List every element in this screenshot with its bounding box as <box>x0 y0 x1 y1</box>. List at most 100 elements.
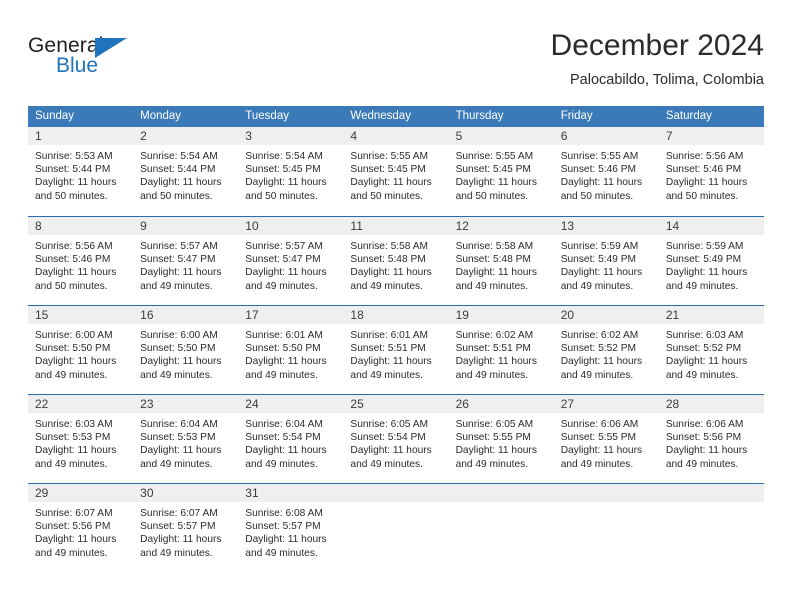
day-cell-16[interactable]: 16 Sunrise: 6:00 AM Sunset: 5:50 PM Dayligh… <box>133 306 239 394</box>
daylight-text: Daylight: 11 hours and 49 minutes. <box>140 356 222 381</box>
daylight-text: Daylight: 11 hours and 50 minutes. <box>35 267 117 292</box>
day-cell-1[interactable]: 1 Sunrise: 5:53 AM Sunset: 5:44 PM Daylight… <box>28 127 134 216</box>
day-cell-26[interactable]: 26 Sunrise: 6:05 AM Sunset: 5:55 PM Dayligh… <box>448 395 554 483</box>
day-cell-10[interactable]: 10 Sunrise: 5:57 AM Sunset: 5:47 PM Dayligh… <box>238 217 344 305</box>
daylight-text: Daylight: 11 hours and 49 minutes. <box>560 445 643 470</box>
day-cell-27[interactable]: 27 Sunrise: 6:06 AM Sunset: 5:55 PM Dayligh… <box>553 395 659 483</box>
day-cell-17[interactable]: 17 Sunrise: 6:01 AM Sunset: 5:50 PM Dayligh… <box>238 306 344 394</box>
day-cell-13[interactable]: 13 Sunrise: 5:59 AM Sunset: 5:49 PM Dayligh… <box>553 217 659 305</box>
day-sun-info: Sunrise: 5:59 AM Sunset: 5:49 PM Daylight:… <box>659 236 764 293</box>
sunrise-text: Sunrise: 5:54 AM <box>140 151 218 162</box>
day-cell-9[interactable]: 9 Sunrise: 5:57 AM Sunset: 5:47 PM Daylight… <box>133 217 239 305</box>
daylight-text: Daylight: 11 hours and 49 minutes. <box>140 445 222 470</box>
calendar-week-row: 1 Sunrise: 5:53 AM Sunset: 5:44 PM Daylight… <box>28 127 764 216</box>
daylight-text: Daylight: 11 hours and 50 minutes. <box>455 177 537 202</box>
day-sun-info: Sunrise: 6:02 AM Sunset: 5:51 PM Daylight:… <box>449 325 554 382</box>
sunrise-text: Sunrise: 6:03 AM <box>665 330 744 341</box>
sunset-text: Sunset: 5:51 PM <box>455 343 531 355</box>
day-cell-31[interactable]: 31 Sunrise: 6:08 AM Sunset: 5:57 PM Dayligh… <box>238 484 344 572</box>
sunrise-text: Sunrise: 5:54 AM <box>245 151 323 162</box>
sunrise-text: Sunrise: 6:06 AM <box>665 419 744 430</box>
daylight-text: Daylight: 11 hours and 49 minutes. <box>350 445 432 470</box>
sunset-text: Sunset: 5:49 PM <box>665 254 742 266</box>
day-cell-23[interactable]: 23 Sunrise: 6:04 AM Sunset: 5:53 PM Dayligh… <box>133 395 239 483</box>
day-cell-empty <box>343 484 449 572</box>
day-cell-22[interactable]: 22 Sunrise: 6:03 AM Sunset: 5:53 PM Dayligh… <box>28 395 134 483</box>
daylight-text: Daylight: 11 hours and 50 minutes. <box>35 177 117 202</box>
day-number: 8 <box>28 217 134 236</box>
day-number <box>448 484 554 503</box>
day-cell-11[interactable]: 11 Sunrise: 5:58 AM Sunset: 5:48 PM Dayligh… <box>343 217 449 305</box>
day-cell-empty <box>448 484 554 572</box>
weekday-header-sunday: Sunday <box>35 110 75 122</box>
day-cell-2[interactable]: 2 Sunrise: 5:54 AM Sunset: 5:44 PM Daylight… <box>133 127 239 216</box>
day-number: 25 <box>343 395 449 414</box>
day-cell-19[interactable]: 19 Sunrise: 6:02 AM Sunset: 5:51 PM Dayligh… <box>448 306 554 394</box>
daylight-text: Daylight: 11 hours and 49 minutes. <box>35 445 117 470</box>
sunset-text: Sunset: 5:49 PM <box>560 254 637 266</box>
weekday-header-tuesday: Tuesday <box>245 110 289 122</box>
day-number: 24 <box>238 395 344 414</box>
page-title: December 2024 <box>550 29 764 62</box>
day-cell-5[interactable]: 5 Sunrise: 5:55 AM Sunset: 5:45 PM Daylight… <box>448 127 554 216</box>
day-number: 6 <box>553 127 659 146</box>
sunrise-text: Sunrise: 6:02 AM <box>560 330 639 341</box>
day-number: 5 <box>448 127 554 146</box>
daylight-text: Daylight: 11 hours and 49 minutes. <box>665 356 748 381</box>
calendar-page: General Blue December 2024 Palocabildo, … <box>0 0 792 612</box>
day-number: 21 <box>658 306 764 325</box>
sunrise-text: Sunrise: 5:58 AM <box>350 241 429 252</box>
day-number: 16 <box>133 306 239 325</box>
day-number: 27 <box>553 395 659 414</box>
day-sun-info: Sunrise: 6:06 AM Sunset: 5:56 PM Daylight:… <box>659 414 764 471</box>
sunrise-text: Sunrise: 6:05 AM <box>350 419 429 430</box>
day-cell-4[interactable]: 4 Sunrise: 5:55 AM Sunset: 5:45 PM Daylight… <box>343 127 449 216</box>
general-blue-logo[interactable]: General Blue <box>28 34 208 90</box>
day-cell-3[interactable]: 3 Sunrise: 5:54 AM Sunset: 5:45 PM Daylight… <box>238 127 344 216</box>
day-number: 29 <box>28 484 134 503</box>
day-cell-21[interactable]: 21 Sunrise: 6:03 AM Sunset: 5:52 PM Dayligh… <box>658 306 764 394</box>
sunrise-text: Sunrise: 6:03 AM <box>35 419 113 430</box>
day-cell-18[interactable]: 18 Sunrise: 6:01 AM Sunset: 5:51 PM Dayligh… <box>343 306 449 394</box>
day-cell-20[interactable]: 20 Sunrise: 6:02 AM Sunset: 5:52 PM Dayligh… <box>553 306 659 394</box>
day-sun-info: Sunrise: 5:53 AM Sunset: 5:44 PM Daylight:… <box>28 146 133 203</box>
day-cell-15[interactable]: 15 Sunrise: 6:00 AM Sunset: 5:50 PM Dayligh… <box>28 306 134 394</box>
day-cell-25[interactable]: 25 Sunrise: 6:05 AM Sunset: 5:54 PM Dayligh… <box>343 395 449 483</box>
logo-triangle-icon <box>95 38 127 58</box>
day-cell-6[interactable]: 6 Sunrise: 5:55 AM Sunset: 5:46 PM Daylight… <box>553 127 659 216</box>
calendar-week-row: 29 Sunrise: 6:07 AM Sunset: 5:56 PM Dayligh… <box>28 483 764 572</box>
day-number: 28 <box>658 395 764 414</box>
daylight-text: Daylight: 11 hours and 50 minutes. <box>560 177 643 202</box>
sunrise-text: Sunrise: 6:00 AM <box>35 330 113 341</box>
sunset-text: Sunset: 5:47 PM <box>245 254 321 266</box>
sunrise-text: Sunrise: 6:06 AM <box>560 419 639 430</box>
day-cell-30[interactable]: 30 Sunrise: 6:07 AM Sunset: 5:57 PM Dayligh… <box>133 484 239 572</box>
sunrise-text: Sunrise: 6:00 AM <box>140 330 218 341</box>
weekday-header-thursday: Thursday <box>455 110 504 122</box>
day-cell-12[interactable]: 12 Sunrise: 5:58 AM Sunset: 5:48 PM Dayligh… <box>448 217 554 305</box>
daylight-text: Daylight: 11 hours and 49 minutes. <box>35 534 117 559</box>
day-cell-7[interactable]: 7 Sunrise: 5:56 AM Sunset: 5:46 PM Daylight… <box>658 127 764 216</box>
day-cell-29[interactable]: 29 Sunrise: 6:07 AM Sunset: 5:56 PM Dayligh… <box>28 484 134 572</box>
day-number: 9 <box>133 217 239 236</box>
sunset-text: Sunset: 5:50 PM <box>35 343 111 355</box>
day-number: 12 <box>448 217 554 236</box>
day-sun-info: Sunrise: 5:57 AM Sunset: 5:47 PM Daylight:… <box>238 236 343 293</box>
weekday-header-wednesday: Wednesday <box>350 110 411 122</box>
day-number: 15 <box>28 306 134 325</box>
sunrise-text: Sunrise: 5:57 AM <box>140 241 218 252</box>
day-sun-info: Sunrise: 6:03 AM Sunset: 5:53 PM Daylight:… <box>28 414 133 471</box>
day-cell-28[interactable]: 28 Sunrise: 6:06 AM Sunset: 5:56 PM Dayligh… <box>658 395 764 483</box>
day-cell-24[interactable]: 24 Sunrise: 6:04 AM Sunset: 5:54 PM Dayligh… <box>238 395 344 483</box>
sunrise-text: Sunrise: 5:58 AM <box>455 241 534 252</box>
day-cell-14[interactable]: 14 Sunrise: 5:59 AM Sunset: 5:49 PM Dayligh… <box>658 217 764 305</box>
day-cell-8[interactable]: 8 Sunrise: 5:56 AM Sunset: 5:46 PM Daylight… <box>28 217 134 305</box>
calendar-grid: Sunday Monday Tuesday Wednesday Thursday Frid… <box>28 106 764 572</box>
daylight-text: Daylight: 11 hours and 49 minutes. <box>245 267 327 292</box>
sunrise-text: Sunrise: 5:57 AM <box>245 241 323 252</box>
day-number: 7 <box>658 127 764 146</box>
calendar-week-row: 15 Sunrise: 6:00 AM Sunset: 5:50 PM Dayligh… <box>28 305 764 394</box>
day-sun-info: Sunrise: 6:00 AM Sunset: 5:50 PM Daylight:… <box>133 325 238 382</box>
day-number: 11 <box>343 217 449 236</box>
day-number: 20 <box>553 306 659 325</box>
